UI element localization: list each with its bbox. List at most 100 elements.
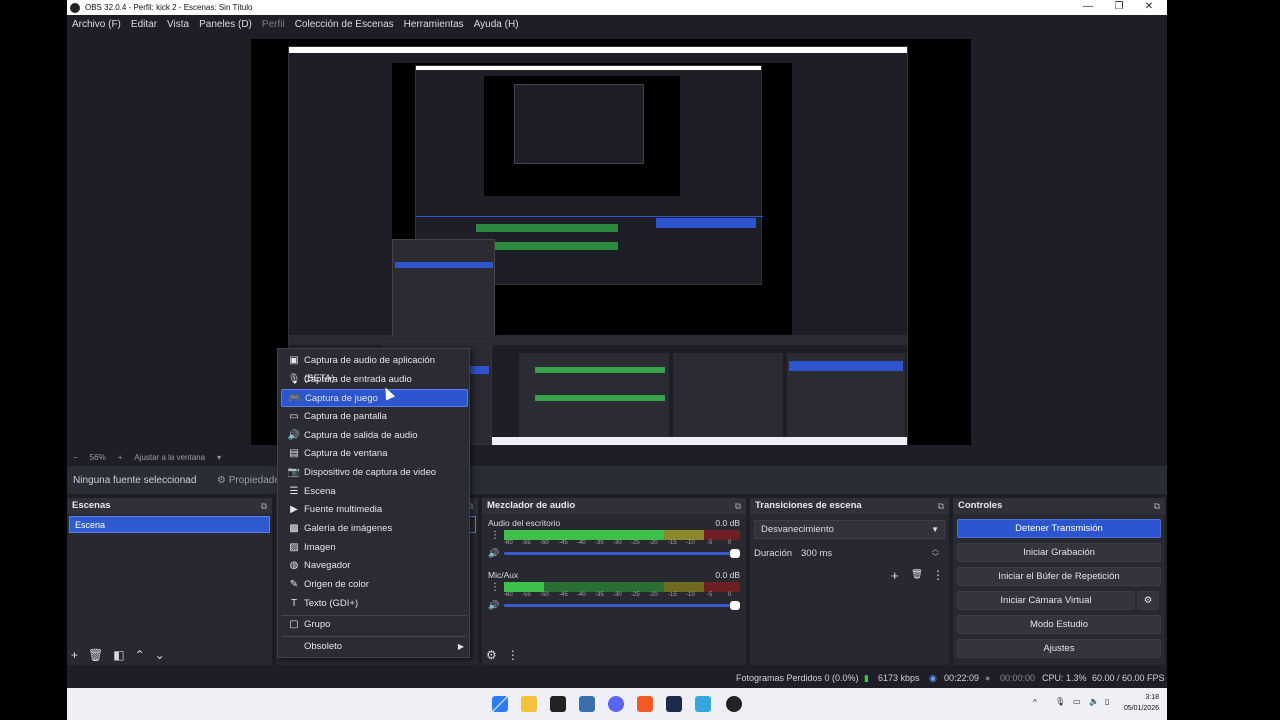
menu-item-window-capture[interactable]: ▤ Captura de ventana — [281, 445, 468, 463]
transitions-title: Transiciones de escena — [755, 500, 862, 511]
preview-area — [67, 33, 1167, 448]
menu-help[interactable]: Ayuda (H) — [474, 19, 519, 30]
settings-button[interactable]: Ajustes — [957, 639, 1161, 658]
network-icon[interactable]: ▭ — [1073, 697, 1081, 706]
volume-slider[interactable] — [504, 601, 740, 610]
menu-separator — [282, 636, 467, 637]
advanced-audio-icon[interactable]: ⚙ — [486, 648, 497, 662]
chevron-up-icon[interactable]: ^ — [1033, 698, 1037, 707]
chevron-down-icon[interactable]: ▾ — [217, 453, 221, 462]
vscode-icon[interactable] — [666, 696, 682, 712]
epic-games-icon[interactable] — [550, 696, 566, 712]
add-scene-icon[interactable]: + — [71, 648, 78, 662]
start-virtual-camera-button[interactable]: Iniciar Cámara Virtual — [957, 591, 1135, 610]
clock-time: 3:18 — [1145, 694, 1159, 701]
dropped-frames: Fotogramas Perdidos 0 (0.0%) — [736, 673, 859, 683]
volume-slider[interactable] — [504, 549, 740, 558]
properties-button[interactable]: ⚙ Propiedades — [217, 475, 285, 486]
menu-scene-collection[interactable]: Colección de Escenas — [295, 19, 394, 30]
zoom-in-button[interactable]: + — [118, 453, 123, 462]
menu-edit[interactable]: Editar — [131, 19, 157, 30]
menu-item-color-source[interactable]: ✎ Origen de color — [281, 576, 468, 594]
virtual-camera-settings-button[interactable]: ⚙ — [1137, 591, 1159, 610]
obs-taskbar-icon[interactable] — [726, 696, 742, 712]
submenu-arrow-icon: ▶ — [457, 642, 464, 651]
transition-menu-icon[interactable]: ⋮ — [932, 568, 944, 582]
maximize-button[interactable]: ❐ — [1104, 0, 1134, 15]
duration-label: Duración — [754, 548, 793, 559]
bitrate: 6173 kbps — [878, 673, 920, 683]
menu-item-group[interactable]: ▢ Grupo — [281, 616, 468, 634]
menu-item-browser[interactable]: ◍ Navegador — [281, 557, 468, 575]
monitor-icon: ▭ — [289, 411, 299, 422]
transition-select[interactable]: Desvanecimiento ▼ — [754, 520, 945, 539]
microphone-icon[interactable]: 🎙 — [1055, 697, 1065, 706]
volume-knob[interactable] — [730, 601, 740, 610]
undock-icon[interactable]: ⧉ — [1154, 498, 1160, 514]
duration-spinbox[interactable]: 300 ms ︿ ﹀ — [794, 544, 945, 563]
undock-icon[interactable]: ⧉ — [735, 498, 741, 514]
record-icon: ● — [985, 673, 991, 683]
volume-knob[interactable] — [730, 549, 740, 558]
menu-item-video-capture-device[interactable]: 📷 Dispositivo de captura de video — [281, 464, 468, 482]
file-explorer-icon[interactable] — [521, 696, 537, 712]
menu-item-game-capture[interactable]: 🎮 Captura de juego — [281, 389, 468, 407]
move-up-icon[interactable]: ⌃ — [135, 648, 145, 662]
zoom-out-button[interactable]: − — [73, 453, 78, 462]
menu-docks[interactable]: Paneles (D) — [199, 19, 252, 30]
clock[interactable]: 3:18 05/01/2026 — [1124, 692, 1159, 714]
start-icon[interactable] — [492, 696, 508, 712]
discord-icon[interactable] — [608, 696, 624, 712]
speaker-icon[interactable]: 🔊 — [488, 600, 499, 611]
battery-icon[interactable]: ▯ — [1105, 697, 1109, 706]
start-replay-buffer-button[interactable]: Iniciar el Búfer de Repetición — [957, 567, 1161, 586]
spin-arrows-icon[interactable]: ︿ ﹀ — [932, 546, 939, 562]
scene-filters-icon[interactable]: ◧ — [113, 648, 124, 662]
add-transition-icon[interactable]: + — [891, 568, 899, 583]
screen: OBS 32.0.4 - Perfil: kick 2 - Escenas: S… — [0, 0, 1280, 720]
track-db: 0.0 dB — [715, 518, 740, 528]
menu-item-app-audio-capture[interactable]: ▣ Captura de audio de aplicación (BETA) — [281, 352, 468, 384]
remove-scene-icon[interactable]: 🗑 — [88, 648, 103, 662]
speaker-icon[interactable]: 🔊 — [488, 548, 499, 559]
menu-profile[interactable]: Perfil — [262, 19, 285, 30]
track-menu-icon[interactable]: ⋮ — [490, 582, 500, 593]
menu-item-image[interactable]: ▨ Imagen — [281, 539, 468, 557]
menu-item-deprecated[interactable]: Obsoleto ▶ — [281, 638, 468, 656]
minimize-button[interactable]: — — [1073, 0, 1103, 15]
app-f-icon[interactable] — [695, 696, 711, 712]
volume-icon[interactable]: 🔈 — [1089, 697, 1099, 706]
track-menu-icon[interactable]: ⋮ — [490, 530, 500, 541]
menu-item-audio-input[interactable]: 🎙 Captura de entrada audio — [281, 371, 468, 389]
menu-item-scene[interactable]: ☰ Escena — [281, 483, 468, 501]
scene-item[interactable]: Escena — [69, 516, 270, 533]
meter-scale: -60 -55 -50 -45 -40 -35 -30 -25 -20 -15 … — [504, 540, 732, 546]
zoom-fit-select[interactable]: Ajustar a la ventana — [134, 453, 205, 462]
menu-item-audio-output[interactable]: 🔊 Captura de salida de audio — [281, 427, 468, 445]
menu-file[interactable]: Archivo (F) — [72, 19, 121, 30]
transitions-dock: Transiciones de escena ⧉ Desvanecimiento ▼… — [750, 498, 949, 665]
window-app-icon[interactable] — [579, 696, 595, 712]
obs-window: OBS 32.0.4 - Perfil: kick 2 - Escenas: S… — [67, 0, 1167, 688]
studio-mode-button[interactable]: Modo Estudio — [957, 615, 1161, 634]
close-button[interactable]: ✕ — [1134, 0, 1164, 15]
menu-item-media-source[interactable]: ▶ Fuente multimedia — [281, 501, 468, 519]
brave-icon[interactable] — [637, 696, 653, 712]
start-recording-button[interactable]: Iniciar Grabación — [957, 543, 1161, 562]
mixer-menu-icon[interactable]: ⋮ — [507, 648, 519, 662]
undock-icon[interactable]: ⧉ — [938, 498, 944, 514]
scenes-dock-title: Escenas — [72, 500, 111, 511]
gear-icon: ⚙ — [1143, 595, 1153, 606]
menu-view[interactable]: Vista — [167, 19, 189, 30]
menu-item-display-capture[interactable]: ▭ Captura de pantalla — [281, 408, 468, 426]
fps: 60.00 / 60.00 FPS — [1092, 673, 1165, 683]
menu-item-text-gdi[interactable]: T Texto (GDI+) — [281, 595, 468, 613]
undock-icon[interactable]: ⧉ — [261, 498, 267, 514]
stop-streaming-button[interactable]: Detener Transmisión — [957, 519, 1161, 538]
stream-icon: ◉ — [929, 673, 937, 683]
move-down-icon[interactable]: ⌄ — [155, 648, 165, 662]
menu-tools[interactable]: Herramientas — [404, 19, 464, 30]
remove-transition-icon[interactable]: 🗑 — [911, 569, 923, 580]
volume-meter — [504, 582, 740, 592]
menu-item-image-slideshow[interactable]: ▩ Galería de imágenes — [281, 520, 468, 538]
